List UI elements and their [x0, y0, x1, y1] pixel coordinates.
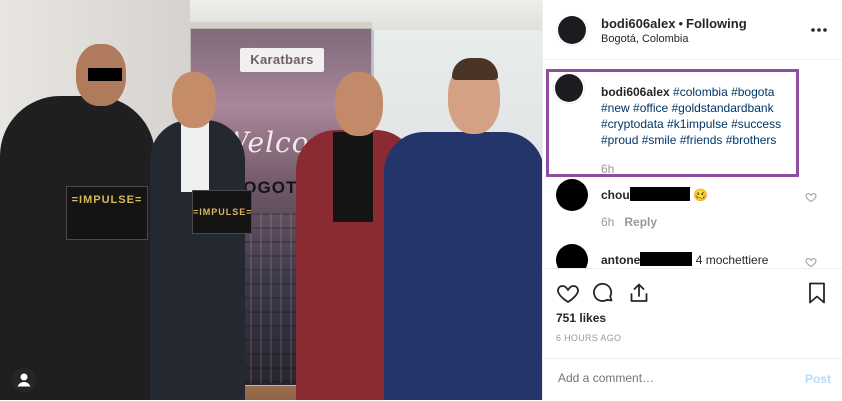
commenter-avatar[interactable] [556, 244, 588, 268]
person-2-head [172, 72, 216, 128]
person-2-shirt [181, 122, 209, 192]
person-4-body [384, 132, 542, 400]
follow-state-button[interactable]: Following [686, 16, 747, 31]
impulse-box-1: =IMPULSE= [66, 186, 148, 240]
comment-line: chou 🥴 [601, 187, 708, 202]
add-comment-input[interactable] [556, 370, 790, 386]
post-header: bodi606alex • Following Bogotá, Colombia [543, 0, 842, 60]
person-3-head [335, 72, 383, 136]
reply-button[interactable]: Reply [624, 215, 657, 229]
post-comment-button[interactable]: Post [805, 372, 831, 386]
comments-area[interactable]: bodi606alex #colombia #bogota #new #offi… [543, 60, 842, 268]
instagram-post: Karatbars Welcome BOGOTA =IMPULSE= =IMPU… [0, 0, 842, 400]
comment-text: 🥴 [693, 188, 708, 202]
redaction-bar [629, 187, 690, 201]
bookmark-icon[interactable] [805, 281, 829, 305]
caption-text: bodi606alex #colombia #bogota #new #offi… [601, 84, 797, 148]
impulse-box-2: =IMPULSE= [192, 190, 252, 234]
comment-item: chou 🥴 6h Reply [543, 177, 842, 237]
post-location[interactable]: Bogotá, Colombia [601, 33, 688, 45]
like-heart-icon[interactable] [556, 281, 580, 305]
user-tag-icon[interactable] [12, 368, 36, 392]
banner-logo: Karatbars [240, 48, 324, 72]
caption-timestamp[interactable]: 6h [601, 162, 614, 176]
author-username[interactable]: bodi606alex [601, 16, 675, 31]
person-1-body [0, 96, 155, 400]
comment-meta: 6h Reply [601, 215, 657, 229]
likes-count[interactable]: 751 likes [556, 311, 606, 325]
caption-username[interactable]: bodi606alex [601, 85, 670, 99]
author-line: bodi606alex • Following [601, 16, 747, 31]
person-4-hair [452, 58, 498, 80]
post-actions: 751 likes 6 HOURS AGO [543, 268, 842, 369]
person-3-shirt [333, 132, 373, 222]
add-comment-bar: Post [543, 358, 842, 401]
redaction-bar [640, 252, 693, 266]
share-icon[interactable] [627, 281, 651, 305]
comment-like-icon[interactable] [805, 191, 817, 203]
caption-avatar[interactable] [553, 72, 585, 104]
comment-item: antone 4 mochettiere [543, 240, 842, 268]
post-sidebar: bodi606alex • Following Bogotá, Colombia b… [542, 0, 842, 400]
commenter-username[interactable]: antone [601, 253, 640, 267]
comment-line: antone 4 mochettiere [601, 252, 768, 267]
comment-like-icon[interactable] [805, 256, 817, 268]
comment-text: 4 mochettiere [695, 253, 769, 267]
more-options-icon[interactable] [809, 20, 829, 40]
post-photo[interactable]: Karatbars Welcome BOGOTA =IMPULSE= =IMPU… [0, 0, 542, 400]
censor-bar [88, 68, 122, 81]
comment-timestamp[interactable]: 6h [601, 215, 614, 229]
post-time-ago[interactable]: 6 HOURS AGO [556, 333, 621, 343]
comment-bubble-icon[interactable] [591, 281, 615, 305]
commenter-username[interactable]: chou [601, 188, 630, 202]
separator-dot: • [678, 16, 683, 31]
commenter-avatar[interactable] [556, 179, 588, 211]
author-avatar[interactable] [556, 14, 588, 46]
